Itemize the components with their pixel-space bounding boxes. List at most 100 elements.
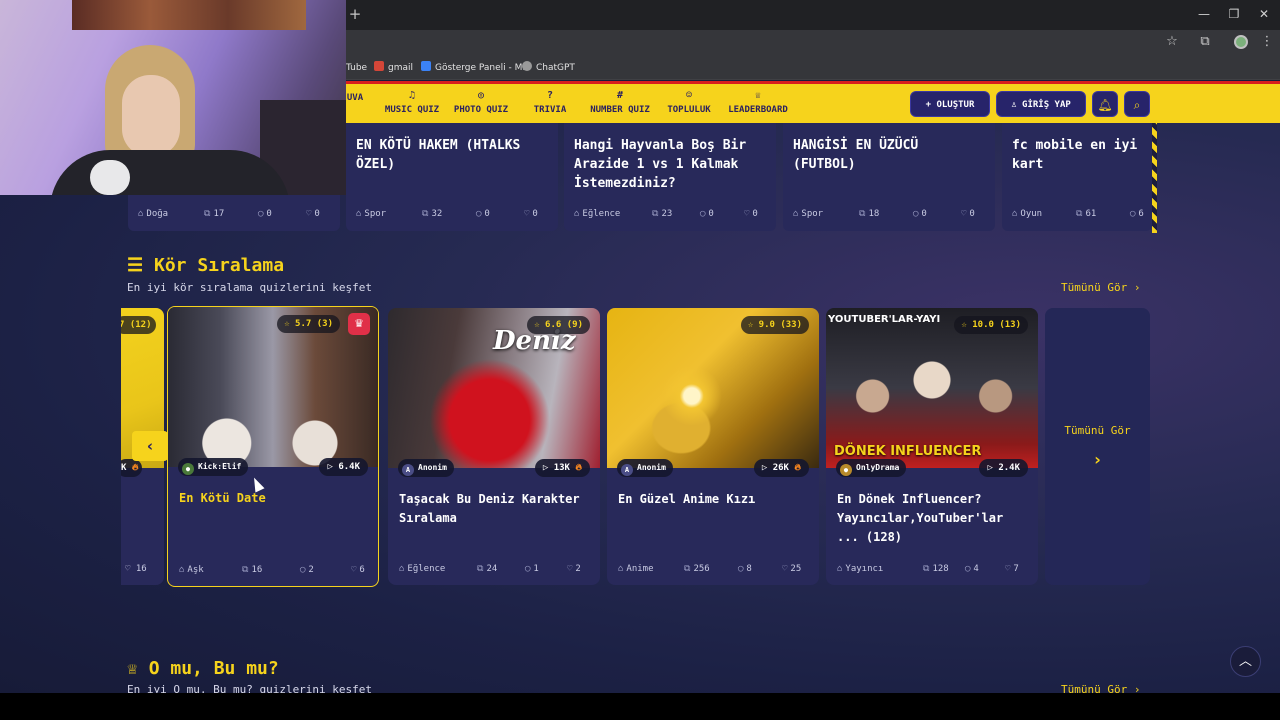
comment-icon: ◯ [476, 209, 482, 219]
users-icon: ☺ [685, 90, 693, 101]
author-badge[interactable]: A Anonim [398, 459, 454, 477]
fire-icon: 🔥︎ [794, 463, 801, 473]
nav-item-community[interactable]: ☺ TOPLULUK [664, 90, 714, 120]
see-all-label: Tümünü Gör [1064, 424, 1131, 437]
author-avatar: ● [840, 464, 852, 476]
comment-icon: ◯ [700, 209, 706, 219]
see-all-link[interactable]: Tümünü Gör › [1061, 281, 1140, 295]
nav-item-partial[interactable]: UVA [346, 90, 364, 120]
card-title: fc mobile en iyi kart [1012, 138, 1138, 172]
heart-icon: ♡ [351, 565, 357, 575]
see-all-card[interactable]: Tümünü Gör › [1045, 308, 1150, 585]
minimize-icon[interactable]: — [1194, 5, 1214, 23]
taskbar-strip [0, 693, 1280, 720]
section-title-this-or-that: ♕ O mu, Bu mu? [127, 658, 279, 679]
restore-icon[interactable]: ❐ [1224, 5, 1244, 23]
comment-icon: ◯ [738, 564, 744, 574]
comment-icon: ◯ [525, 564, 531, 574]
author-badge[interactable]: ● Kick:Elif [178, 458, 249, 476]
quiz-card[interactable]: EN KÖTÜ HAKEM (HTALKS ÖZEL) ⌂ Spor ⧉ 32 ◯ 0… [346, 123, 558, 231]
profile-avatar[interactable] [1234, 35, 1248, 49]
questions-icon: ⧉ [684, 564, 691, 574]
bookmark-dashboard[interactable]: Gösterge Paneli - M... [421, 61, 531, 75]
questions-icon: ⧉ [477, 564, 484, 574]
questions-icon: ⧉ [204, 209, 211, 219]
new-tab-button[interactable]: + [347, 5, 363, 23]
gmail-icon [374, 61, 384, 71]
plays-badge: ▷ 26K 🔥︎ [753, 459, 809, 477]
play-icon: ▷ [327, 462, 333, 472]
quiz-card[interactable]: Deniz ☆ 6.6 (9) A Anonim ▷ 13K 🔥︎ Taşacak… [388, 308, 600, 585]
card-highlight-edge [1152, 123, 1157, 233]
carousel-prev-button[interactable]: ‹ [132, 431, 168, 461]
card-meta: ⌂ Aşk ⧉ 16 ◯ 2 ♡ 6 [179, 565, 365, 575]
wall-poster [72, 0, 306, 30]
card-meta: ⌂ Eğlence ⧉ 23 ◯ 0 ♡ 0 [574, 209, 758, 219]
card-meta: ⌂ Yayıncı ⧉ 128 ◯ 4 ♡ 7 [837, 564, 1019, 574]
card-title: Hangi Hayvanla Boş Bir Arazide 1 vs 1 Ka… [574, 138, 747, 191]
fire-icon: 🔥︎ [575, 463, 582, 473]
quiz-card[interactable]: fc mobile en iyi kart ⌂ Oyun ⧉ 61 ◯ 6 [1002, 123, 1152, 231]
heart-icon: ♡ [306, 209, 312, 219]
heart-icon: ♡ [1005, 564, 1011, 574]
bookmark-chatgpt[interactable]: ChatGPT [522, 61, 575, 75]
heart-icon: ♡ [567, 564, 573, 574]
fire-icon: 🔥︎ [131, 463, 139, 473]
bookmark-star-icon[interactable]: ☆ [1163, 33, 1181, 51]
camera-icon: ◎ [477, 90, 485, 101]
section-subtitle: En iyi kör sıralama quizlerini keşfet [127, 281, 373, 294]
rating-badge: ☆ 10.0 (13) [954, 316, 1028, 334]
section-title-blind-ranking: ☰ Kör Sıralama [127, 255, 285, 276]
user-icon: ♙ [1011, 100, 1023, 110]
notifications-bell-icon[interactable]: 🔔︎ [1092, 91, 1118, 117]
search-icon[interactable]: ⌕ [1124, 91, 1150, 117]
card-title: En Dönek Influencer? Yayıncılar,YouTuber… [837, 492, 1004, 544]
bookmark-youtube[interactable]: Tube [346, 61, 367, 75]
rating-badge: ☆ 6.6 (9) [527, 316, 590, 334]
quiz-card[interactable]: Hangi Hayvanla Boş Bir Arazide 1 vs 1 Ka… [564, 123, 776, 231]
category-icon: ⌂ [574, 209, 580, 219]
bookmark-gmail[interactable]: gmail [374, 61, 413, 75]
heart-icon: ♡ [125, 564, 131, 574]
scroll-to-top-button[interactable]: ︿ [1230, 646, 1261, 677]
author-badge[interactable]: A Anonim [617, 459, 673, 477]
author-avatar: A [621, 464, 633, 476]
nav-item-music-quiz[interactable]: ♫ MUSIC QUIZ [381, 90, 443, 120]
author-avatar: ● [182, 463, 194, 475]
streamer-body [50, 150, 290, 195]
nav-item-number-quiz[interactable]: # NUMBER QUIZ [586, 90, 654, 120]
card-title: En Güzel Anime Kızı [618, 492, 756, 506]
webcam-overlay [0, 0, 346, 195]
questions-icon: ⧉ [422, 209, 429, 219]
create-button[interactable]: + OLUŞTUR [910, 91, 990, 117]
quiz-card[interactable]: YOUTUBER'LAR-YAYI DÖNEK INFLUENCER ☆ 10.… [826, 308, 1038, 585]
category-icon: ⌂ [399, 564, 405, 574]
category-icon: ⌂ [356, 209, 362, 219]
question-icon: ? [546, 90, 554, 101]
close-icon[interactable]: ✕ [1254, 5, 1274, 23]
questions-icon: ⧉ [652, 209, 659, 219]
questions-icon: ⧉ [242, 565, 249, 575]
category-icon: ⌂ [1012, 209, 1018, 219]
author-avatar: A [402, 464, 414, 476]
quiz-card[interactable]: HANGİSİ EN ÜZÜCÜ (FUTBOL) ⌂ Spor ⧉ 18 ◯ 0 ♡… [783, 123, 995, 231]
card-title: En Kötü Date [179, 491, 266, 505]
category-icon: ⌂ [618, 564, 624, 574]
author-badge[interactable]: ● OnlyDrama [836, 459, 907, 477]
trophy-icon: ♕ [754, 90, 762, 101]
nav-item-photo-quiz[interactable]: ◎ PHOTO QUIZ [450, 90, 512, 120]
rating-badge: 7 (12) [121, 316, 156, 334]
card-meta: ⌂ Oyun ⧉ 61 ◯ 6 [1012, 209, 1144, 219]
quiz-card[interactable]: ☆ 9.0 (33) A Anonim ▷ 26K 🔥︎ En Güzel Ani… [607, 308, 819, 585]
nav-item-leaderboard[interactable]: ♕ LEADERBOARD [725, 90, 791, 120]
nav-item-trivia[interactable]: ? TRIVIA [530, 90, 570, 120]
extensions-icon[interactable]: ⧉ [1196, 33, 1214, 51]
comment-icon: ◯ [1130, 209, 1136, 219]
login-button[interactable]: ♙ GİRİŞ YAP [996, 91, 1086, 117]
category-icon: ⌂ [179, 565, 185, 575]
category-icon: ⌂ [793, 209, 799, 219]
browser-menu-icon[interactable]: ⋮ [1258, 33, 1276, 51]
quiz-card[interactable]: ☆ 5.7 (3) ♛ ● Kick:Elif ▷ 6.4K En Kötü Da… [167, 306, 379, 587]
heart-icon: ♡ [744, 209, 750, 219]
card-image-text-bottom: DÖNEK INFLUENCER [834, 444, 982, 459]
